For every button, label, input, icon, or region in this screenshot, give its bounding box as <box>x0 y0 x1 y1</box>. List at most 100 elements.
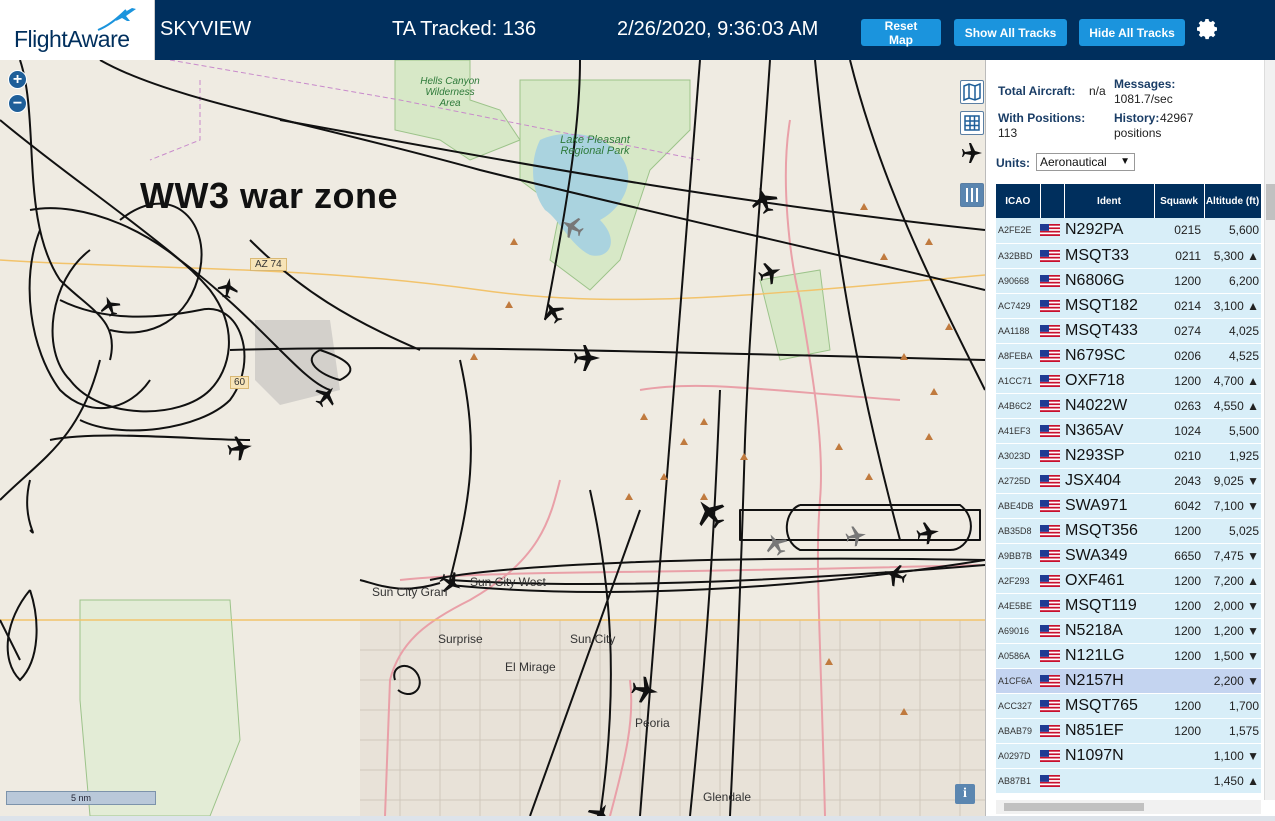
row-icao: A1CF6A <box>996 668 1040 694</box>
row-icao: A4E5BE <box>996 593 1040 619</box>
row-altitude: 2,200 ▼ <box>1204 668 1261 694</box>
row-altitude: 7,475 ▼ <box>1204 543 1261 569</box>
row-squawk: 1200 <box>1154 693 1204 719</box>
row-squawk: 1200 <box>1154 618 1204 644</box>
columns-icon[interactable] <box>960 183 984 207</box>
row-icao: A41EF3 <box>996 418 1040 444</box>
row-icao: ACC327 <box>996 693 1040 719</box>
us-flag-icon <box>1040 268 1064 294</box>
units-select[interactable]: Aeronautical ▼ <box>1036 153 1135 171</box>
row-altitude: 5,025 <box>1204 518 1261 544</box>
row-altitude: 5,500 <box>1204 418 1261 444</box>
col-header-squawk[interactable]: Squawk <box>1154 184 1205 218</box>
row-squawk: 0263 <box>1154 393 1204 419</box>
table-row[interactable]: A1CF6A N2157H 2,200 ▼ <box>996 668 1261 694</box>
skyview-app: FlightAware SKYVIEW TA Tracked: 136 2/26… <box>0 0 1275 821</box>
table-row[interactable]: A9BB7B SWA349 6650 7,475 ▼ <box>996 543 1261 569</box>
table-row[interactable]: A32BBD MSQT33 0211 5,300 ▲ <box>996 243 1261 269</box>
us-flag-icon <box>1040 218 1064 244</box>
row-altitude: 7,100 ▼ <box>1204 493 1261 519</box>
map-layers-icon[interactable] <box>960 80 984 104</box>
map-label-sun-city: Sun City <box>570 632 616 646</box>
table-row[interactable]: ABAB79 N851EF 1200 1,575 <box>996 718 1261 744</box>
row-altitude: 1,500 ▼ <box>1204 643 1261 669</box>
tracked-count: TA Tracked: 136 <box>392 18 537 40</box>
show-all-tracks-button[interactable]: Show All Tracks <box>954 19 1067 46</box>
row-ident: N851EF <box>1064 718 1154 744</box>
with-positions-value: 113 <box>998 126 1018 140</box>
aircraft-layer[interactable] <box>0 60 985 816</box>
map-label-sun-city-grand: Sun City Gran <box>372 585 448 599</box>
table-row[interactable]: AA1188 MSQT433 0274 4,025 <box>996 318 1261 344</box>
table-row[interactable]: ABE4DB SWA971 6042 7,100 ▼ <box>996 493 1261 519</box>
row-icao: A90668 <box>996 268 1040 294</box>
grid-icon[interactable] <box>960 111 984 135</box>
row-ident: SWA349 <box>1064 543 1154 569</box>
gear-icon[interactable] <box>1196 17 1220 41</box>
row-altitude: 3,100 ▲ <box>1204 293 1261 319</box>
row-icao: AC7429 <box>996 293 1040 319</box>
scrollbar-thumb[interactable] <box>1266 184 1275 220</box>
table-row[interactable]: A41EF3 N365AV 1024 5,500 <box>996 418 1261 444</box>
map-area[interactable]: + − WW3 war zone Sun City West Sun City … <box>0 60 985 816</box>
aircraft-table: ICAO Ident Squawk Altitude (ft) A2FE2E N2… <box>996 184 1261 794</box>
col-header-altitude[interactable]: Altitude (ft) <box>1204 184 1261 218</box>
row-squawk: 1200 <box>1154 718 1204 744</box>
table-row[interactable]: A4B6C2 N4022W 0263 4,550 ▲ <box>996 393 1261 419</box>
table-row[interactable]: A1CC71 OXF718 1200 4,700 ▲ <box>996 368 1261 394</box>
table-row[interactable]: AC7429 MSQT182 0214 3,100 ▲ <box>996 293 1261 319</box>
flightaware-logo[interactable]: FlightAware <box>0 0 155 60</box>
us-flag-icon <box>1040 393 1064 419</box>
messages-label: Messages: <box>1114 77 1176 91</box>
aircraft-icon[interactable] <box>97 143 982 816</box>
row-squawk: 1200 <box>1154 568 1204 594</box>
table-row[interactable]: A2FE2E N292PA 0215 5,600 <box>996 218 1261 244</box>
table-row[interactable]: A69016 N5218A 1200 1,200 ▼ <box>996 618 1261 644</box>
units-label: Units: <box>996 156 1030 170</box>
row-ident: MSQT433 <box>1064 318 1154 344</box>
info-icon[interactable]: i <box>955 784 975 804</box>
table-row[interactable]: A2F293 OXF461 1200 7,200 ▲ <box>996 568 1261 594</box>
col-header-flag[interactable] <box>1040 184 1065 218</box>
table-row[interactable]: AB87B1 1,450 ▲ <box>996 768 1261 794</box>
table-row[interactable]: A3023D N293SP 0210 1,925 <box>996 443 1261 469</box>
table-row[interactable]: A90668 N6806G 1200 6,200 <box>996 268 1261 294</box>
col-header-icao[interactable]: ICAO <box>996 184 1041 218</box>
us-flag-icon <box>1040 243 1064 269</box>
table-row[interactable]: A4E5BE MSQT119 1200 2,000 ▼ <box>996 593 1261 619</box>
hide-all-tracks-button[interactable]: Hide All Tracks <box>1079 19 1185 46</box>
reset-map-button[interactable]: Reset Map <box>861 19 941 47</box>
horizontal-scrollbar[interactable] <box>996 800 1261 814</box>
table-row[interactable]: AB35D8 MSQT356 1200 5,025 <box>996 518 1261 544</box>
col-header-ident[interactable]: Ident <box>1064 184 1155 218</box>
row-ident: SWA971 <box>1064 493 1154 519</box>
row-icao: A1CC71 <box>996 368 1040 394</box>
us-flag-icon <box>1040 468 1064 494</box>
row-altitude: 9,025 ▼ <box>1204 468 1261 494</box>
row-squawk: 0211 <box>1154 243 1204 269</box>
row-ident: OXF461 <box>1064 568 1154 594</box>
row-altitude: 1,450 ▲ <box>1204 768 1261 794</box>
zoom-in-button[interactable]: + <box>8 70 27 89</box>
row-icao: A4B6C2 <box>996 393 1040 419</box>
map-label-glendale: Glendale <box>703 790 752 804</box>
row-icao: AA1188 <box>996 318 1040 344</box>
row-icao: A8FEBA <box>996 343 1040 369</box>
us-flag-icon <box>1040 318 1064 344</box>
war-zone-annotation: WW3 war zone <box>140 175 399 216</box>
row-squawk: 1200 <box>1154 518 1204 544</box>
table-row[interactable]: A0586A N121LG 1200 1,500 ▼ <box>996 643 1261 669</box>
zoom-out-button[interactable]: − <box>8 94 27 113</box>
row-ident: N679SC <box>1064 343 1154 369</box>
us-flag-icon <box>1040 493 1064 519</box>
row-ident: N121LG <box>1064 643 1154 669</box>
table-row[interactable]: A8FEBA N679SC 0206 4,525 <box>996 343 1261 369</box>
row-ident: N4022W <box>1064 393 1154 419</box>
aircraft-table-container[interactable]: ICAO Ident Squawk Altitude (ft) A2FE2E N2… <box>996 184 1261 806</box>
scrollbar-thumb[interactable] <box>1004 803 1144 811</box>
table-row[interactable]: ACC327 MSQT765 1200 1,700 <box>996 693 1261 719</box>
chevron-down-icon: ▼ <box>1120 156 1130 167</box>
vertical-scrollbar[interactable] <box>1264 60 1275 800</box>
table-row[interactable]: A2725D JSX404 2043 9,025 ▼ <box>996 468 1261 494</box>
table-row[interactable]: A0297D N1097N 1,100 ▼ <box>996 743 1261 769</box>
